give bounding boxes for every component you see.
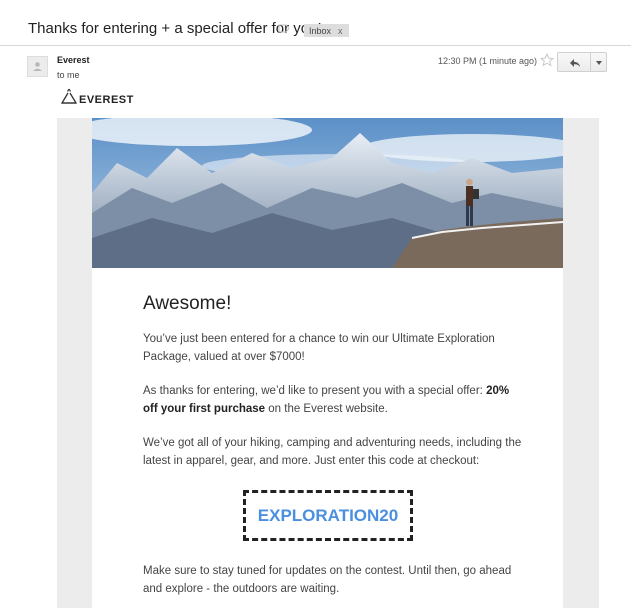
sender-avatar[interactable] [27, 56, 48, 77]
brand-name: EVEREST [79, 94, 134, 106]
subject-row: Thanks for entering + a special offer fo… [0, 0, 631, 46]
inbox-label-text: Inbox [309, 26, 332, 36]
inbox-label[interactable]: Inbox x [304, 24, 349, 37]
timestamp: 12:30 PM (1 minute ago) [438, 56, 538, 66]
reply-button[interactable] [557, 52, 591, 72]
recipient-text[interactable]: to me [57, 70, 80, 80]
offer-text: As thanks for entering, we’d like to pre… [143, 382, 523, 418]
email-card: Awesome! You’ve just been entered for a … [92, 118, 563, 608]
promo-code-box: EXPLORATION20 [243, 490, 413, 541]
chevron-down-icon [596, 61, 602, 65]
tag-icon[interactable] [278, 24, 290, 33]
hero-image [92, 118, 563, 268]
promo-code[interactable]: EXPLORATION20 [258, 506, 398, 526]
headline: Awesome! [143, 293, 232, 314]
sender-name[interactable]: Everest [57, 55, 90, 65]
closing-text: Make sure to stay tuned for updates on t… [143, 565, 512, 595]
more-options-button[interactable] [590, 52, 607, 72]
remove-label-button[interactable]: x [338, 26, 343, 36]
avatar-icon [33, 62, 42, 71]
reply-icon [570, 59, 580, 67]
entry-confirmation-text: You’ve just been entered for a chance to… [143, 333, 495, 363]
offer-text-outro: on the Everest website. [265, 403, 388, 415]
checkout-instructions-text: We’ve got all of your hiking, camping an… [143, 437, 522, 467]
star-icon[interactable] [540, 53, 554, 67]
mountain-logo-icon [61, 88, 77, 104]
offer-text-intro: As thanks for entering, we’d like to pre… [143, 385, 487, 397]
